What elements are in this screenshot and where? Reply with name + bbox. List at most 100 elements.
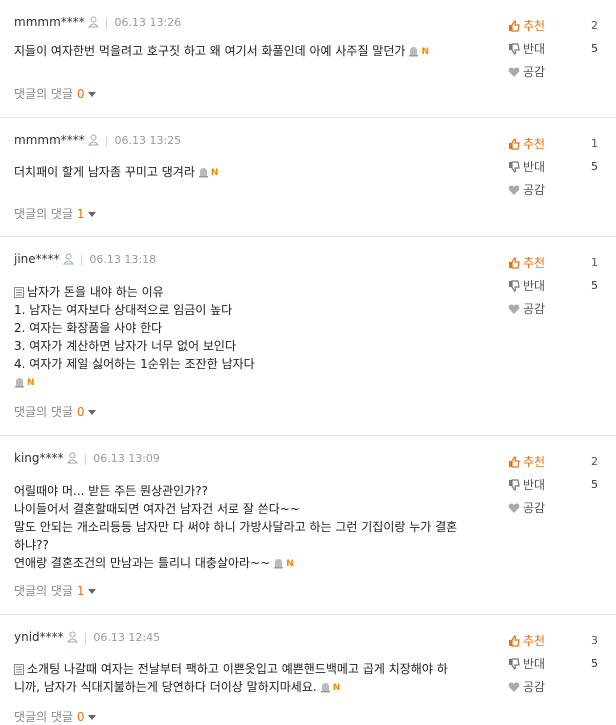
reply-toggle[interactable]: 댓글의 댓글 1 [14, 205, 97, 222]
separator: | [83, 630, 88, 644]
report-icon[interactable] [408, 46, 419, 57]
separator: | [79, 252, 84, 266]
reply-count: 0 [76, 405, 85, 419]
heart-icon [508, 303, 520, 314]
new-badge-icon: N [286, 558, 294, 569]
report-icon[interactable] [273, 558, 284, 569]
vote-panel: 추천 3 반대 5 공감 [508, 629, 598, 698]
like-button[interactable]: 공감 [508, 496, 598, 519]
like-button[interactable]: 공감 [508, 178, 598, 201]
caret-down-icon [88, 410, 97, 415]
upvote-count: 2 [591, 19, 598, 32]
comment-text: 더치패이 할게 남자좀 꾸미고 댕겨라 [14, 165, 195, 179]
person-icon [66, 631, 78, 643]
downvote-button[interactable]: 반대 5 [508, 274, 598, 297]
new-badge-icon: N [421, 46, 429, 57]
thumb-up-icon [509, 455, 520, 468]
like-button[interactable]: 공감 [508, 60, 598, 83]
upvote-label: 추천 [523, 634, 546, 648]
reply-count: 0 [76, 87, 85, 101]
like-label: 공감 [523, 302, 546, 316]
reply-label: 댓글의 댓글 [14, 584, 74, 598]
downvote-count: 5 [591, 279, 598, 292]
comment-time: 06.13 12:45 [93, 630, 161, 644]
comment-item: jine**** | 06.13 13:18 남자가 돈을 내야 하는 이유 1… [0, 237, 616, 436]
document-icon [14, 287, 24, 298]
upvote-button[interactable]: 추천 2 [508, 450, 598, 473]
reply-label: 댓글의 댓글 [14, 207, 74, 221]
thumb-down-icon [509, 478, 520, 491]
thumb-down-icon [509, 657, 520, 670]
thumb-up-icon [509, 256, 520, 269]
like-button[interactable]: 공감 [508, 297, 598, 320]
comment-text: 2. 여자는 화장품을 사야 한다 [14, 321, 163, 335]
vote-panel: 추천 2 반대 5 공감 [508, 14, 598, 83]
upvote-button[interactable]: 추천 1 [508, 251, 598, 274]
upvote-button[interactable]: 추천 3 [508, 629, 598, 652]
upvote-label: 추천 [523, 19, 546, 33]
comment-body: 더치패이 할게 남자좀 꾸미고 댕겨라 N [14, 163, 466, 182]
separator: | [83, 451, 88, 465]
heart-icon [508, 502, 520, 513]
comment-text: 3. 여자가 계산하면 남자가 너무 없어 보인다 [14, 339, 237, 353]
report-icon[interactable] [320, 682, 331, 693]
person-icon [66, 452, 78, 464]
reply-label: 댓글의 댓글 [14, 87, 74, 101]
thumb-up-icon [509, 634, 520, 647]
report-icon[interactable] [14, 377, 25, 388]
vote-panel: 추천 1 반대 5 공감 [508, 132, 598, 201]
comment-text: 남자가 돈을 내야 하는 이유 [27, 285, 164, 299]
separator: | [104, 15, 109, 29]
downvote-button[interactable]: 반대 5 [508, 37, 598, 60]
reply-toggle[interactable]: 댓글의 댓글 0 [14, 85, 97, 102]
downvote-count: 5 [591, 42, 598, 55]
comment-time: 06.13 13:26 [114, 15, 182, 29]
reply-toggle[interactable]: 댓글의 댓글 1 [14, 582, 97, 599]
comment-author[interactable]: ynid**** [14, 630, 64, 644]
upvote-label: 추천 [523, 256, 546, 270]
reply-count: 1 [76, 207, 85, 221]
caret-down-icon [88, 92, 97, 97]
comment-text: 하냐?? [14, 538, 49, 552]
downvote-button[interactable]: 반대 5 [508, 652, 598, 675]
comment-author[interactable]: jine**** [14, 252, 60, 266]
comment-text: 니까, 남자가 식대지불하는게 당연하다 더이상 말하지마세요. [14, 680, 317, 694]
downvote-label: 반대 [523, 279, 546, 293]
reply-count: 0 [76, 710, 85, 724]
comment-body: 어릴때야 머... 받든 주든 뭔상관인가?? 나이들어서 결혼할때되면 여자건… [14, 482, 466, 573]
comment-text: 말도 안되는 개소리등등 남자만 다 써야 하니 가방사달라고 하는 그런 기집… [14, 520, 458, 534]
comment-text: 어릴때야 머... 받든 주든 뭔상관인가?? [14, 484, 209, 498]
downvote-count: 5 [591, 657, 598, 670]
reply-toggle[interactable]: 댓글의 댓글 0 [14, 403, 97, 420]
new-badge-icon: N [332, 682, 341, 693]
new-badge-icon: N [210, 167, 219, 178]
comment-author[interactable]: mmmm**** [14, 133, 85, 147]
thumb-down-icon [509, 42, 520, 55]
comment-author[interactable]: king**** [14, 451, 64, 465]
comment-item: mmmm**** | 06.13 13:25 더치패이 할게 남자좀 꾸미고 댕… [0, 118, 616, 237]
downvote-button[interactable]: 반대 5 [508, 473, 598, 496]
comment-time: 06.13 13:09 [93, 451, 160, 465]
comment-time: 06.13 13:25 [114, 133, 182, 147]
downvote-label: 반대 [523, 160, 546, 174]
upvote-label: 추천 [523, 137, 546, 151]
upvote-count: 3 [591, 634, 598, 647]
caret-down-icon [88, 715, 97, 720]
downvote-button[interactable]: 반대 5 [508, 155, 598, 178]
comment-text: 지들이 여자한번 먹을려고 호구짓 하고 왜 여기서 화풀인데 아예 사주질 말… [14, 44, 406, 58]
like-label: 공감 [523, 183, 546, 197]
like-button[interactable]: 공감 [508, 675, 598, 698]
report-icon[interactable] [198, 167, 209, 178]
comment-body: 소개팅 나갈때 여자는 전날부터 팩하고 이쁜옷입고 예쁜핸드백메고 곱게 치장… [14, 660, 466, 697]
comment-author[interactable]: mmmm**** [14, 15, 85, 29]
upvote-label: 추천 [523, 455, 546, 469]
upvote-count: 2 [591, 455, 598, 468]
thumb-down-icon [509, 160, 520, 173]
upvote-button[interactable]: 추천 1 [508, 132, 598, 155]
comment-text: 연애랑 결혼조건의 만남과는 틀리니 대충살아라~~ [14, 556, 271, 570]
reply-toggle[interactable]: 댓글의 댓글 0 [14, 708, 97, 725]
upvote-button[interactable]: 추천 2 [508, 14, 598, 37]
downvote-count: 5 [591, 478, 598, 491]
comment-header: king**** | 06.13 13:09 [14, 451, 160, 465]
upvote-count: 1 [591, 256, 598, 269]
